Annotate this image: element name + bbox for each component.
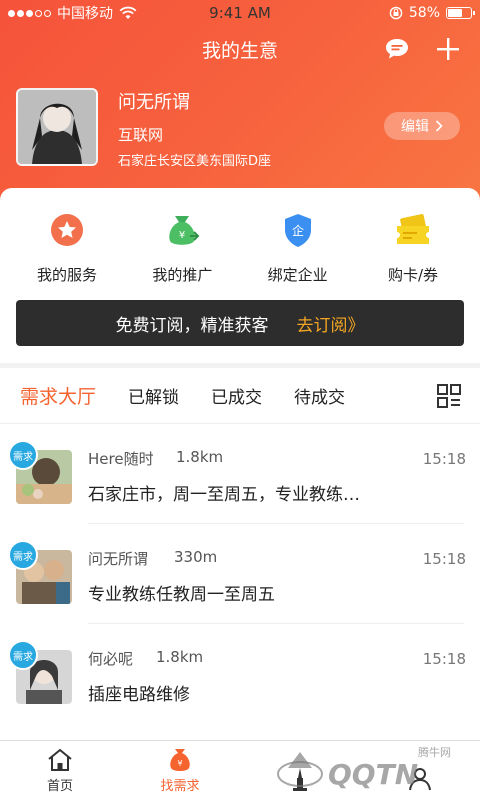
star-badge-icon <box>51 214 83 246</box>
user-name: 问无所谓 <box>88 550 149 568</box>
watermark-logo: QQTN 腾牛网 <box>277 745 451 791</box>
svg-text:QQTN: QQTN <box>328 758 418 791</box>
edit-button[interactable]: 编辑 <box>384 112 460 140</box>
svg-text:腾牛网: 腾牛网 <box>418 745 451 759</box>
user-name: 何必呢 <box>88 650 134 668</box>
tab-pending[interactable]: 待成交 <box>294 383 345 408</box>
tabbar-home[interactable]: 首页 <box>0 741 120 800</box>
grid-view-icon[interactable] <box>436 383 462 409</box>
enterprise-shield-icon: 企 <box>284 214 311 247</box>
avatar[interactable] <box>16 88 98 166</box>
service-my-services[interactable]: 我的服务 <box>12 210 122 285</box>
profile-address: 石家庄长安区美东国际D座 <box>118 154 272 169</box>
service-label: 绑定企业 <box>267 266 328 284</box>
tabbar-label: 找需求 <box>160 779 200 794</box>
signal-icon <box>8 9 51 17</box>
subscribe-banner[interactable]: 免费订阅，精准获客 去订阅》 <box>16 300 464 346</box>
timestamp: 15:18 <box>422 550 466 568</box>
add-icon[interactable] <box>434 35 462 63</box>
tabbar-label: 首页 <box>46 779 73 794</box>
profile-name: 问无所谓 <box>118 92 190 113</box>
chat-bubble-icon[interactable] <box>384 36 410 62</box>
demand-badge: 需求 <box>8 440 38 470</box>
services-panel: 我的服务 ¥ 我的推广 企 绑定企业 购卡/券 免费订阅，精准获客 去订阅》 <box>0 188 480 363</box>
demand-tabs: 需求大厅 已解锁 已成交 待成交 <box>0 368 480 424</box>
list-item[interactable]: 需求 何必呢 1.8km 15:18 插座电路维修 <box>0 624 480 724</box>
service-my-promotion[interactable]: ¥ 我的推广 <box>127 210 237 285</box>
chevron-right-icon <box>435 120 443 132</box>
list-item[interactable]: 需求 Here随时 1.8km 15:18 石家庄市，周一至周五，专业教练… <box>0 424 480 524</box>
profile-header: 中国移动 58% 9:41 AM 我的生意 问无所谓 互联网 石家庄长安区美东国… <box>0 0 480 205</box>
tab-demand-hall[interactable]: 需求大厅 <box>20 382 96 409</box>
distance: 330m <box>174 548 218 566</box>
home-icon <box>48 748 72 771</box>
svg-text:企: 企 <box>292 223 304 238</box>
service-label: 我的推广 <box>152 266 213 284</box>
timestamp: 15:18 <box>422 450 466 468</box>
money-bag-icon: ¥ <box>170 749 190 771</box>
tab-unlocked[interactable]: 已解锁 <box>128 383 179 408</box>
page-title: 我的生意 <box>201 39 278 62</box>
service-label: 我的服务 <box>36 266 97 284</box>
service-bind-enterprise[interactable]: 企 绑定企业 <box>243 210 353 285</box>
user-name: Here随时 <box>88 450 154 468</box>
money-bag-icon: ¥ <box>169 216 200 245</box>
tab-completed[interactable]: 已成交 <box>211 383 262 408</box>
demand-badge: 需求 <box>8 640 38 670</box>
edit-button-label: 编辑 <box>401 119 429 135</box>
tabbar-find-demand[interactable]: ¥ 找需求 <box>120 741 240 800</box>
profile-card: 问无所谓 互联网 石家庄长安区美东国际D座 编辑 <box>16 88 464 169</box>
distance: 1.8km <box>156 648 204 666</box>
nav-bar: 我的生意 <box>0 26 480 72</box>
card-ticket-icon <box>396 214 429 244</box>
service-label: 购卡/券 <box>387 266 439 284</box>
list-item[interactable]: 需求 问无所谓 330m 15:18 专业教练任教周一至周五 <box>0 524 480 624</box>
demand-list: 需求 Here随时 1.8km 15:18 石家庄市，周一至周五，专业教练… 需… <box>0 424 480 740</box>
demand-description: 石家庄市，周一至周五，专业教练… <box>88 485 360 505</box>
rotation-lock-icon <box>389 6 403 20</box>
distance: 1.8km <box>176 448 224 466</box>
demand-description: 插座电路维修 <box>88 685 190 705</box>
svg-text:¥: ¥ <box>177 759 182 768</box>
demand-description: 专业教练任教周一至周五 <box>88 585 275 605</box>
battery-percent: 58% <box>408 5 440 21</box>
wifi-icon <box>119 6 137 19</box>
demand-badge: 需求 <box>8 540 38 570</box>
battery-icon <box>446 7 475 19</box>
carrier-label: 中国移动 <box>57 6 113 22</box>
profile-company: 互联网 <box>118 126 164 144</box>
subscribe-link[interactable]: 去订阅》 <box>297 311 365 336</box>
status-bar: 中国移动 58% <box>0 0 480 26</box>
timestamp: 15:18 <box>422 650 466 668</box>
service-buy-card[interactable]: 购卡/券 <box>358 210 468 285</box>
svg-text:¥: ¥ <box>179 230 185 241</box>
subscribe-text: 免费订阅，精准获客 <box>115 315 269 336</box>
